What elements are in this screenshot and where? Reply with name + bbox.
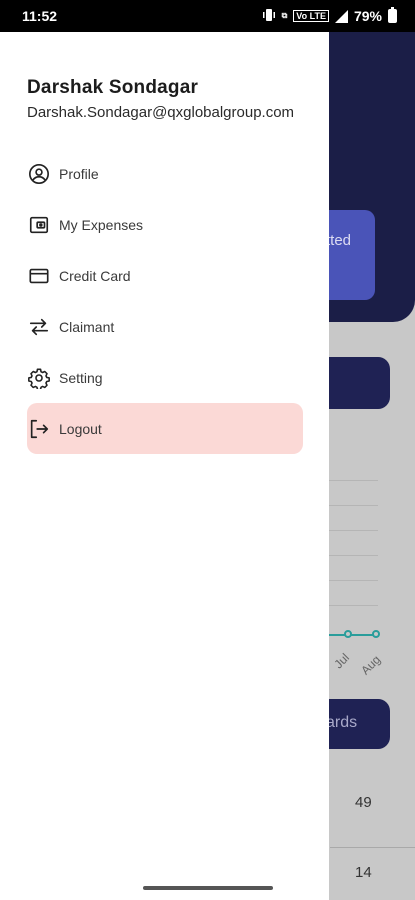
user-email: Darshak.Sondagar@qxglobalgroup.com [27, 104, 295, 121]
account-circle-icon [27, 162, 51, 186]
menu-item-label: Credit Card [59, 267, 131, 284]
menu-item-logout[interactable]: Logout [27, 403, 303, 454]
volte-icon: Vo LTE [293, 10, 329, 22]
menu-item-setting[interactable]: Setting [27, 352, 303, 403]
bg-number: 49 [355, 794, 372, 811]
menu-item-label: Setting [59, 369, 103, 386]
status-time: 11:52 [22, 8, 58, 24]
user-name: Darshak Sondagar [27, 77, 199, 98]
status-bar: 11:52 ⧉ Vo LTE 79% [0, 0, 415, 32]
home-indicator[interactable] [143, 886, 273, 890]
bg-chart-point [372, 630, 380, 638]
vibrate-icon [262, 8, 276, 25]
menu-item-profile[interactable]: Profile [27, 148, 303, 199]
swap-arrows-icon [27, 315, 51, 339]
battery-icon [388, 7, 397, 23]
menu-item-my-expenses[interactable]: My Expenses [27, 199, 303, 250]
bg-number: 14 [355, 864, 372, 881]
signal-icon [334, 9, 348, 23]
menu-item-label: Claimant [59, 318, 115, 335]
drawer-menu: Profile My Expenses Credit Card Claimant… [27, 148, 303, 454]
network-speed-icon: ⧉ [281, 11, 288, 20]
credit-card-icon [27, 264, 51, 288]
gear-icon [27, 366, 51, 390]
divider [330, 847, 415, 848]
menu-item-claimant[interactable]: Claimant [27, 301, 303, 352]
menu-item-label: My Expenses [59, 216, 144, 233]
menu-item-label: Profile [59, 165, 99, 182]
battery-percent: 79% [353, 8, 382, 24]
bg-tick-label: Aug [358, 652, 384, 678]
menu-item-label: Logout [59, 420, 102, 437]
bg-tick-label: Jul [331, 650, 353, 672]
menu-item-credit-card[interactable]: Credit Card [27, 250, 303, 301]
wallet-icon [27, 213, 51, 237]
logout-icon [27, 417, 51, 441]
navigation-drawer: Darshak Sondagar Darshak.Sondagar@qxglob… [0, 32, 329, 900]
bg-chart-point [344, 630, 352, 638]
status-icons: ⧉ Vo LTE 79% [262, 7, 397, 25]
